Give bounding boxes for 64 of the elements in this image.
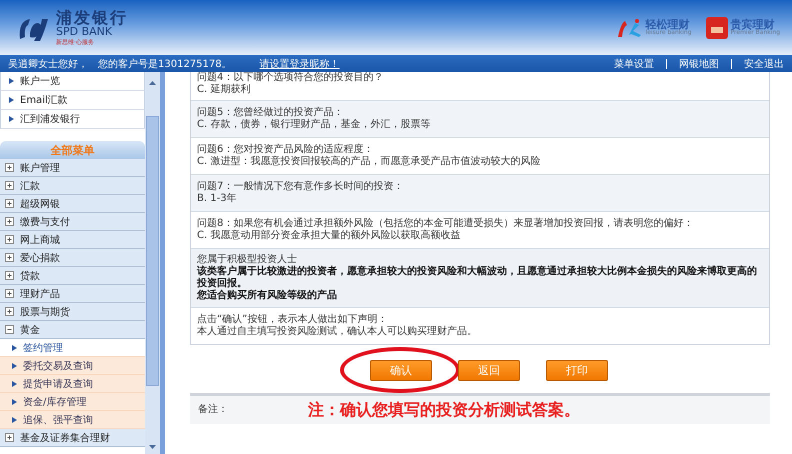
question-text: 问题4：以下哪个选项符合您的投资目的？ (197, 72, 384, 84)
bullet-icon (12, 398, 17, 404)
bullet-icon (12, 380, 17, 386)
answer-text: C. 激进型：我愿意投资回报较高的产品，而愿意承受产品市值波动较大的风险 (197, 156, 542, 168)
menu-item[interactable]: 超级网银 (0, 195, 145, 213)
expand-icon[interactable] (5, 163, 14, 172)
submenu-item[interactable]: 委托交易及查询 (0, 357, 145, 375)
collapse-icon[interactable] (5, 325, 14, 334)
menu-item[interactable]: 理财产品 (0, 285, 145, 303)
menu-item[interactable]: 账户管理 (0, 159, 145, 177)
question-text: 问题8：如果您有机会通过承担额外风险（包括您的本金可能遭受损失）来显著增加投资回报，请表明您的偏好： (197, 218, 694, 230)
submenu-item[interactable]: 资金/库存管理 (0, 393, 145, 411)
menu-item[interactable]: 汇款 (0, 177, 145, 195)
expand-icon[interactable] (5, 217, 14, 226)
bullet-icon (12, 344, 17, 350)
statement-text: 本人通过自主填写投资风险测试，确认本人可以购买理财产品。 (197, 326, 478, 338)
header-link[interactable]: 菜单设置 (614, 56, 654, 70)
answer-text: B. 1-3年 (197, 193, 238, 205)
menu-item[interactable]: 黄金 (0, 321, 145, 339)
submenu-item[interactable]: 提货申请及查询 (0, 375, 145, 393)
bullet-icon (9, 78, 14, 84)
expand-icon[interactable] (5, 289, 14, 298)
bullet-icon (9, 116, 14, 122)
answer-text: C. 延期获利 (197, 84, 252, 96)
bank-name-english: SPD BANK (56, 26, 113, 36)
bullet-icon (12, 416, 17, 422)
menu-item[interactable]: 网上商城 (0, 231, 145, 249)
menu-item[interactable]: 缴费与支付 (0, 213, 145, 231)
nickname-link[interactable]: 请设置登录昵称！ (260, 56, 340, 70)
annotation-text: 注：确认您填写的投资分析测试答案。 (308, 401, 580, 419)
expand-icon[interactable] (5, 307, 14, 316)
menu-title: 全部菜单 (0, 141, 145, 159)
bank-name: 浦发银行 (56, 10, 128, 26)
expand-icon[interactable] (5, 235, 14, 244)
header-link[interactable]: 网银地图 (679, 56, 719, 70)
customer-number-text: 您的客户号是1301275178。 (98, 58, 232, 70)
result-title: 您属于积极型投资人士 (197, 254, 298, 265)
note-label: 备注： (198, 404, 228, 416)
result-text: 您适合购买所有风险等级的产品 (197, 290, 338, 302)
statement-text: 点击“确认”按钮，表示本人做出如下声明： (197, 314, 388, 326)
menu-item[interactable]: 基金及证券集合理财 (0, 429, 145, 447)
question-text: 问题7：一般情况下您有意作多长时间的投资： (197, 181, 404, 193)
expand-icon[interactable] (5, 271, 14, 280)
premier-seal-icon (706, 16, 728, 38)
menu-item[interactable]: 贷款 (0, 267, 145, 285)
answer-text: C. 我愿意动用部分资金承担大量的额外风险以获取高额收益 (197, 230, 462, 242)
scroll-down-icon[interactable] (148, 444, 157, 450)
scroll-up-icon[interactable] (148, 80, 157, 86)
greeting-text: 吴逍卿女士您好， (8, 58, 88, 70)
question-text: 问题5：您曾经做过的投资产品： (197, 107, 344, 118)
expand-icon[interactable] (5, 199, 14, 208)
header-link[interactable]: 安全退出 (744, 56, 784, 70)
expand-icon[interactable] (5, 253, 14, 262)
bullet-icon (9, 97, 14, 103)
result-text: 该类客户属于比较激进的投资者，愿意承担较大的投资风险和大幅波动，且愿意通过承担较大比例本金损失的风险来博取更高的投资回报。 (197, 266, 758, 290)
expand-icon[interactable] (5, 181, 14, 190)
question-text: 问题6：您对投资产品风险的适应程度： (197, 144, 374, 156)
menu-item[interactable]: 股票与期货 (0, 303, 145, 321)
submenu-item[interactable]: 追保、强平查询 (0, 411, 145, 429)
expand-icon[interactable] (5, 433, 14, 442)
scrollbar-thumb[interactable] (146, 116, 159, 386)
bullet-icon (12, 362, 17, 368)
answer-text: C. 存款，债券，银行理财产品，基金，外汇，股票等 (197, 119, 432, 131)
menu-item[interactable]: 爱心捐款 (0, 249, 145, 267)
